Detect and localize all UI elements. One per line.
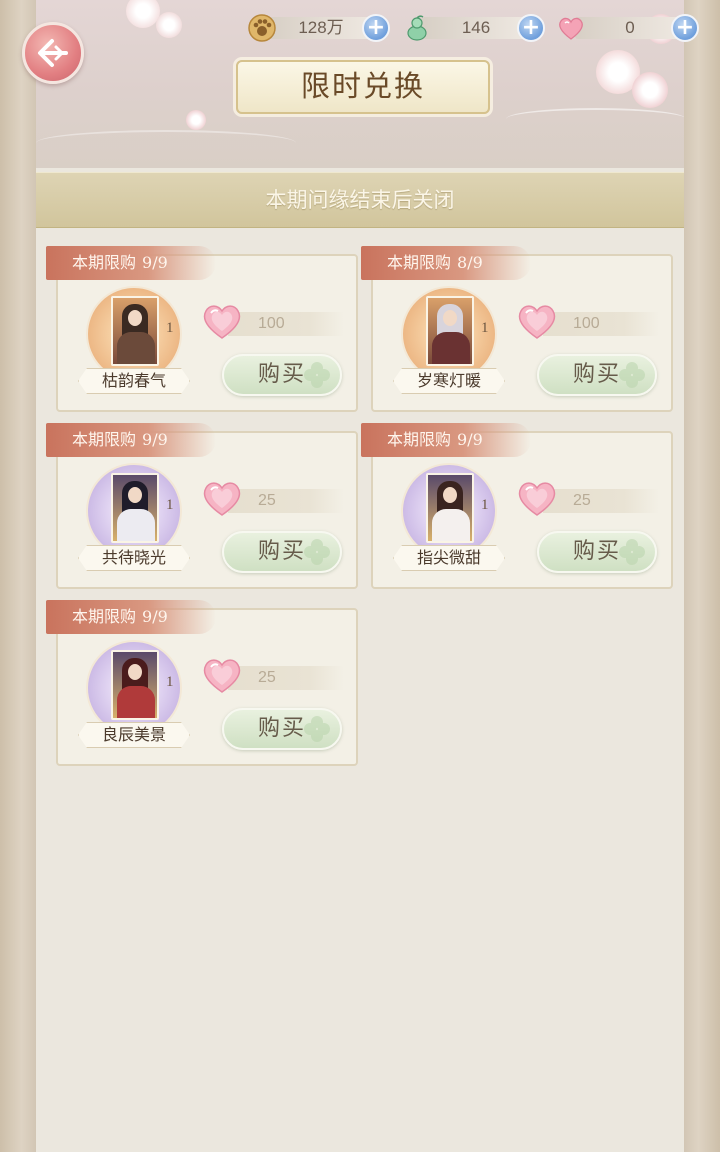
buy-button[interactable]: 购买 <box>222 531 342 573</box>
notice-banner: 本期问缘结束后关闭 <box>36 172 684 228</box>
left-border <box>0 0 36 1152</box>
buy-button[interactable]: 购买 <box>537 354 657 396</box>
heart-currency-icon <box>203 482 241 516</box>
item-quantity: 1 <box>481 497 489 513</box>
character-card-image <box>111 650 159 720</box>
heart-currency-icon <box>203 305 241 339</box>
jade-gourd-icon <box>407 15 427 41</box>
currency-value: 146 <box>421 17 531 39</box>
item-name: 共待晓光 <box>78 545 190 571</box>
currency-heart: 0 + <box>557 14 699 42</box>
limit-count: 9/9 <box>142 607 168 626</box>
limit-label: 本期限购 <box>72 607 137 626</box>
limit-count: 9/9 <box>457 430 483 449</box>
character-card-image <box>426 473 474 543</box>
item-quantity: 1 <box>481 320 489 336</box>
buy-button[interactable]: 购买 <box>537 531 657 573</box>
item-name: 岁寒灯暖 <box>393 368 505 394</box>
buy-button[interactable]: 购买 <box>222 354 342 396</box>
add-paw-coin-button[interactable]: + <box>362 14 390 42</box>
purchase-limit-tag: 本期限购 9/9 <box>361 423 531 457</box>
currency-value: 128万 <box>266 17 376 39</box>
item-price: 25 <box>228 489 344 513</box>
currency-jade-gourd: 146 + <box>403 14 545 42</box>
currency-paw-coin: 128万 + <box>248 14 390 42</box>
item-name: 枯韵春气 <box>78 368 190 394</box>
character-card-image <box>111 473 159 543</box>
back-button[interactable] <box>22 22 84 84</box>
exchange-item-card: 本期限购 9/9 1 共待晓光 25 购买 <box>46 423 358 589</box>
limit-label: 本期限购 <box>387 253 452 272</box>
limit-count: 9/9 <box>142 253 168 272</box>
limit-label: 本期限购 <box>72 430 137 449</box>
currency-value: 0 <box>575 17 685 39</box>
buy-button-label: 购买 <box>257 716 306 741</box>
purchase-limit-tag: 本期限购 9/9 <box>46 246 216 280</box>
add-heart-button[interactable]: + <box>671 14 699 42</box>
item-name: 指尖微甜 <box>393 545 505 571</box>
notice-text: 本期问缘结束后关闭 <box>265 188 455 212</box>
pink-heart-icon <box>559 17 583 40</box>
exchange-item-card: 本期限购 8/9 1 岁寒灯暖 100 购买 <box>361 246 673 412</box>
character-card-image <box>426 296 474 366</box>
character-card-image <box>111 296 159 366</box>
page-title: 限时兑换 <box>300 69 425 103</box>
exchange-item-card: 本期限购 9/9 1 良辰美景 25 购买 <box>46 600 358 766</box>
item-name: 良辰美景 <box>78 722 190 748</box>
limit-label: 本期限购 <box>387 430 452 449</box>
purchase-limit-tag: 本期限购 9/9 <box>46 600 216 634</box>
buy-button-label: 购买 <box>257 539 306 564</box>
item-price: 25 <box>228 666 344 690</box>
purchase-limit-tag: 本期限购 9/9 <box>46 423 216 457</box>
limit-label: 本期限购 <box>72 253 137 272</box>
buy-button[interactable]: 购买 <box>222 708 342 750</box>
limit-count: 9/9 <box>142 430 168 449</box>
limit-count: 8/9 <box>457 253 483 272</box>
paw-coin-icon <box>248 14 276 42</box>
right-border <box>684 0 720 1152</box>
item-price: 100 <box>543 312 659 336</box>
title-plate: 限时兑换 <box>236 60 490 114</box>
add-jade-gourd-button[interactable]: + <box>517 14 545 42</box>
exchange-item-card: 本期限购 9/9 1 枯韵春气 100 购买 <box>46 246 358 412</box>
item-quantity: 1 <box>166 674 174 690</box>
heart-currency-icon <box>518 482 556 516</box>
item-quantity: 1 <box>166 497 174 513</box>
buy-button-label: 购买 <box>257 362 306 387</box>
buy-button-label: 购买 <box>572 362 621 387</box>
item-price: 25 <box>543 489 659 513</box>
purchase-limit-tag: 本期限购 8/9 <box>361 246 531 280</box>
buy-button-label: 购买 <box>572 539 621 564</box>
item-quantity: 1 <box>166 320 174 336</box>
item-price: 100 <box>228 312 344 336</box>
back-arrow-icon <box>38 39 68 67</box>
heart-currency-icon <box>203 659 241 693</box>
heart-currency-icon <box>518 305 556 339</box>
exchange-item-card: 本期限购 9/9 1 指尖微甜 25 购买 <box>361 423 673 589</box>
